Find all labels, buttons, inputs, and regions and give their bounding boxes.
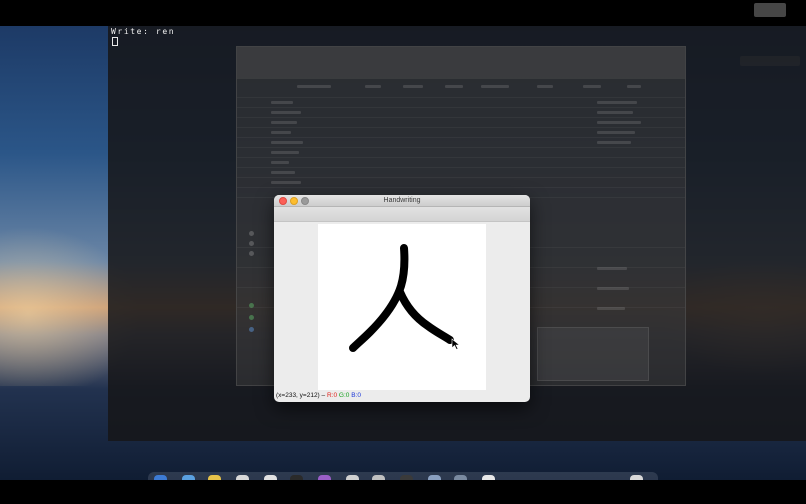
bg-cell — [597, 101, 637, 104]
green-channel-value: G:0 — [338, 392, 350, 399]
bg-cell — [271, 121, 297, 124]
blue-channel-value: B:0 — [351, 392, 361, 399]
menubar-status-item — [754, 3, 786, 17]
bg-sidebar-dot — [249, 327, 254, 332]
bg-header-cell — [403, 85, 423, 88]
bg-sidebar-dot — [249, 303, 254, 308]
bg-cell — [597, 111, 633, 114]
drawing-canvas[interactable] — [318, 224, 486, 390]
dock-icon[interactable] — [236, 475, 249, 480]
dock-icon[interactable] — [482, 475, 495, 480]
zoom-icon[interactable] — [301, 197, 309, 205]
bg-sidebar-dot — [249, 231, 254, 236]
bg-table-row — [237, 167, 685, 168]
bg-table-row — [237, 107, 685, 108]
terminal-prompt: Write: ren — [111, 27, 176, 36]
bg-table-row — [237, 97, 685, 98]
minimize-icon[interactable] — [290, 197, 298, 205]
bg-header-cell — [627, 85, 641, 88]
bg-table-row — [237, 147, 685, 148]
dock-icon[interactable] — [428, 475, 441, 480]
red-channel-value: R:0 — [326, 392, 338, 399]
bg-table-row — [237, 187, 685, 188]
bg-table-row — [237, 137, 685, 138]
bg-cell — [597, 267, 627, 270]
bg-cell — [597, 131, 635, 134]
bg-cell — [271, 111, 301, 114]
bg-table-row — [237, 117, 685, 118]
bg-header-cell — [537, 85, 553, 88]
bg-cell — [597, 141, 631, 144]
bg-header-cell — [481, 85, 509, 88]
terminal-cursor — [112, 37, 118, 46]
dock-icon[interactable] — [400, 475, 413, 480]
bg-table-row — [237, 157, 685, 158]
bg-cell — [271, 161, 289, 164]
bg-table-row — [237, 177, 685, 178]
dock-icon[interactable] — [318, 475, 331, 480]
dock-icon[interactable] — [372, 475, 385, 480]
dock-icon[interactable] — [454, 475, 467, 480]
window-title: Handwriting — [383, 197, 421, 204]
bg-cell — [271, 101, 293, 104]
bg-sidebar-dot — [249, 315, 254, 320]
bg-panel — [537, 327, 649, 381]
bg-table-row — [237, 127, 685, 128]
dock — [148, 472, 658, 480]
screen: Write: ren Handwriting (x=233, y=212) – … — [0, 0, 806, 504]
handwriting-window[interactable]: Handwriting (x=233, y=212) – R:0 G:0 B:0 — [274, 195, 530, 402]
bg-header-cell — [365, 85, 381, 88]
bg-cell — [271, 181, 301, 184]
dock-icon[interactable] — [154, 475, 167, 480]
dock-icon[interactable] — [290, 475, 303, 480]
handwriting-toolbar — [274, 207, 530, 222]
background-window-toolbar — [237, 47, 685, 79]
dock-icon[interactable] — [346, 475, 359, 480]
status-bar: (x=233, y=212) – R:0 G:0 B:0 — [276, 392, 361, 399]
dock-icon[interactable] — [208, 475, 221, 480]
bg-cell — [597, 307, 625, 310]
bg-cell — [597, 287, 629, 290]
handwriting-titlebar[interactable]: Handwriting — [274, 195, 530, 207]
bg-header-cell — [583, 85, 601, 88]
handwritten-stroke-ren — [349, 244, 461, 352]
mouse-pointer-icon — [451, 338, 461, 350]
bg-cell — [271, 171, 295, 174]
bg-cell — [271, 131, 291, 134]
dock-icon[interactable] — [630, 475, 643, 480]
bg-cell — [271, 141, 303, 144]
bg-cell — [597, 121, 641, 124]
bg-header-cell — [297, 85, 331, 88]
bg-sidebar-dot — [249, 251, 254, 256]
close-icon[interactable] — [279, 197, 287, 205]
dock-icon[interactable] — [182, 475, 195, 480]
bg-header-cell — [445, 85, 463, 88]
bg-sidebar-dot — [249, 241, 254, 246]
bg-cell — [271, 151, 299, 154]
dock-icon[interactable] — [264, 475, 277, 480]
cursor-coordinates: (x=233, y=212) – — [276, 392, 326, 399]
